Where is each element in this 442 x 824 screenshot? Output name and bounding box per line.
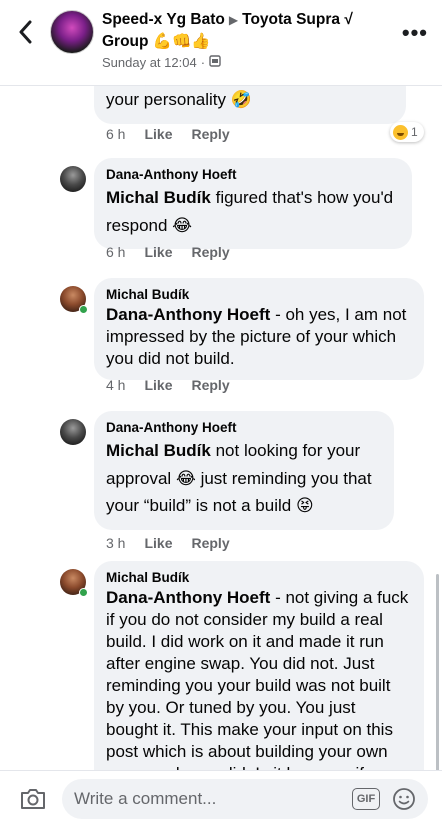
emoji-icon[interactable] bbox=[392, 787, 416, 811]
poster-avatar[interactable] bbox=[50, 10, 94, 54]
reply-button[interactable]: Reply bbox=[191, 126, 229, 142]
check-mark: √ bbox=[344, 11, 353, 28]
comment-author[interactable]: Dana-Anthony Hoeft bbox=[106, 419, 382, 437]
reply-button[interactable]: Reply bbox=[191, 244, 229, 260]
mention-tag[interactable]: Michal Budík bbox=[106, 188, 211, 207]
comment-text: Dana-Anthony Hoeft - oh yes, I am not im… bbox=[106, 305, 407, 368]
tongue-emoji: 😝 bbox=[295, 496, 314, 515]
online-status-dot bbox=[79, 305, 88, 314]
comment-author[interactable]: Michal Budík bbox=[106, 569, 412, 587]
post-title: Speed-x Yg Bato ▶ Toyota Supra √ Group 💪👊👍 bbox=[102, 9, 392, 53]
back-arrow-icon[interactable] bbox=[14, 18, 36, 46]
haha-reaction-icon bbox=[393, 124, 408, 140]
triangle-right-icon: ▶ bbox=[228, 13, 239, 27]
comment-text: your personality 🤣 bbox=[106, 90, 252, 109]
more-options-icon[interactable]: ••• bbox=[402, 20, 428, 46]
comment-bubble: Michal Budík Dana-Anthony Hoeft - not gi… bbox=[94, 561, 424, 770]
comment-actions: 6 h Like Reply bbox=[106, 244, 230, 260]
reaction-badge[interactable]: 1 bbox=[390, 122, 424, 142]
joy-emoji: 😂 bbox=[175, 468, 196, 488]
mention-tag[interactable]: Dana-Anthony Hoeft bbox=[106, 588, 270, 607]
comment-input-container[interactable]: GIF bbox=[62, 779, 428, 819]
group-emoji: 💪👊👍 bbox=[152, 33, 211, 50]
comment-actions: 6 h Like Reply bbox=[106, 126, 230, 142]
group-privacy-icon bbox=[209, 55, 221, 70]
rofl-emoji: 🤣 bbox=[230, 90, 252, 109]
mention-tag[interactable]: Michal Budík bbox=[106, 441, 211, 460]
joy-emoji: 😂 bbox=[172, 215, 193, 235]
comment-bubble: Dana-Anthony Hoeft Michal Budík not look… bbox=[94, 411, 394, 530]
comment-time[interactable]: 3 h bbox=[106, 535, 125, 551]
comment-time[interactable]: 6 h bbox=[106, 126, 125, 142]
group-name-suffix[interactable]: Group bbox=[102, 33, 149, 50]
reply-button[interactable]: Reply bbox=[191, 377, 229, 393]
reply-button[interactable]: Reply bbox=[191, 535, 229, 551]
comment-bubble: Michal Budík Dana-Anthony Hoeft - oh yes… bbox=[94, 278, 424, 380]
comment-time[interactable]: 6 h bbox=[106, 244, 125, 260]
commenter-avatar[interactable] bbox=[60, 419, 86, 445]
gif-button[interactable]: GIF bbox=[352, 788, 380, 810]
post-timestamp[interactable]: Sunday at 12:04 bbox=[102, 55, 197, 70]
poster-name[interactable]: Speed-x Yg Bato bbox=[102, 11, 225, 28]
scrollbar[interactable] bbox=[436, 574, 439, 770]
comment-bubble: Dana-Anthony Hoeft Michal Budík figured … bbox=[94, 158, 412, 249]
post-header: Speed-x Yg Bato ▶ Toyota Supra √ Group 💪👊👍… bbox=[0, 0, 442, 86]
comment-composer: GIF bbox=[0, 770, 442, 824]
like-button[interactable]: Like bbox=[144, 244, 172, 260]
like-button[interactable]: Like bbox=[144, 126, 172, 142]
comment-text: Michal Budík not looking for your approv… bbox=[106, 441, 372, 515]
comment-time[interactable]: 4 h bbox=[106, 377, 125, 393]
comment-author[interactable]: Dana-Anthony Hoeft bbox=[106, 166, 400, 184]
group-name[interactable]: Toyota Supra bbox=[242, 11, 340, 28]
comment-actions: 3 h Like Reply bbox=[106, 535, 230, 551]
camera-icon[interactable] bbox=[19, 787, 47, 811]
reaction-count: 1 bbox=[411, 125, 418, 139]
post-meta: Sunday at 12:04 · bbox=[102, 55, 221, 70]
comment-author[interactable]: Michal Budík bbox=[106, 286, 412, 304]
mention-tag[interactable]: Dana-Anthony Hoeft bbox=[106, 305, 270, 324]
comment-text: Michal Budík figured that's how you'd re… bbox=[106, 188, 394, 235]
comment-text: Dana-Anthony Hoeft - not giving a fuck i… bbox=[106, 588, 409, 770]
like-button[interactable]: Like bbox=[144, 535, 172, 551]
comments-feed[interactable]: your personality 🤣 1 6 h Like Reply Dana… bbox=[0, 86, 442, 770]
online-status-dot bbox=[79, 588, 88, 597]
comment-actions: 4 h Like Reply bbox=[106, 377, 230, 393]
commenter-avatar[interactable] bbox=[60, 166, 86, 192]
comment-bubble: your personality 🤣 bbox=[94, 86, 406, 124]
like-button[interactable]: Like bbox=[144, 377, 172, 393]
comment-input[interactable] bbox=[74, 787, 344, 811]
meta-separator: · bbox=[200, 55, 206, 70]
